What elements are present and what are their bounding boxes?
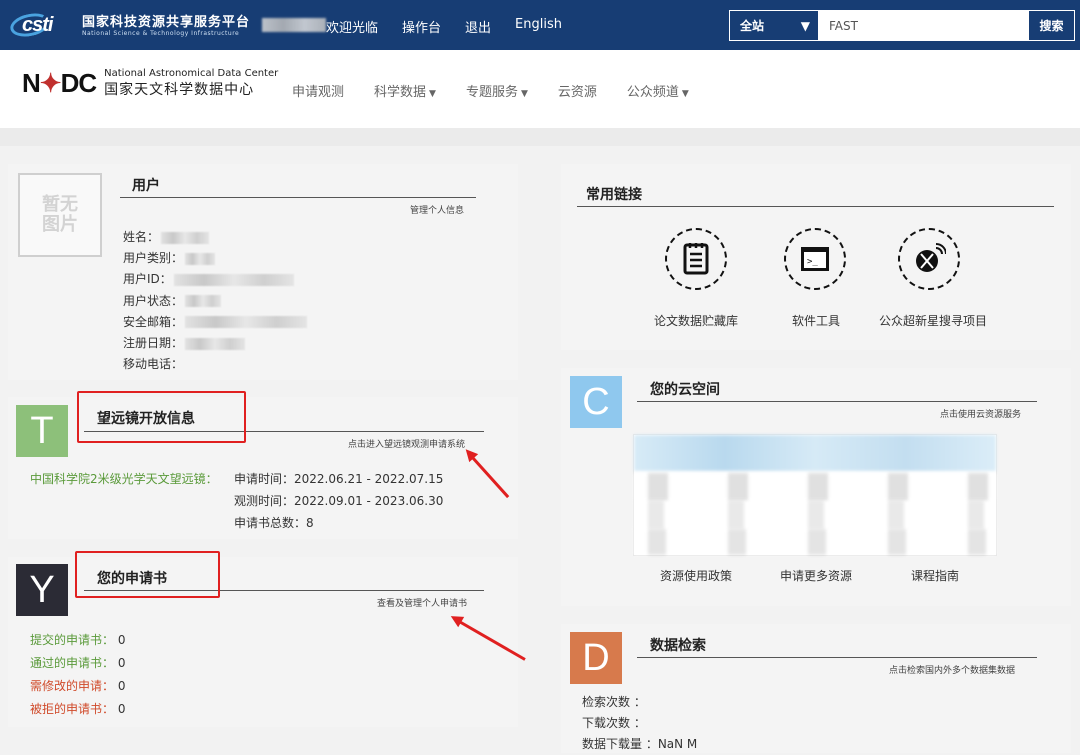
download-count: 下载次数 ： bbox=[582, 716, 646, 730]
telescope-system-link[interactable]: 点击进入望远镜观测申请系统 bbox=[348, 437, 465, 450]
main-nav: 申请观测 科学数据 ▼ 专题服务 ▼ 云资源 公众频道 ▼ bbox=[292, 81, 689, 100]
platform-name-en: National Science & Technology Infrastruc… bbox=[82, 30, 240, 37]
top-bar: csti 国家科技资源共享服务平台 National Science & Tec… bbox=[0, 0, 1080, 50]
data-stats: 检索次数 ： 下载次数 ： 数据下载量 ：NaN M bbox=[582, 692, 697, 755]
panel-rule bbox=[120, 197, 476, 198]
search-box: 全站 ▼ 搜索 bbox=[729, 10, 1075, 41]
supernova-search-icon[interactable] bbox=[898, 228, 960, 290]
submitted-link[interactable]: 提交的申请书： bbox=[30, 633, 114, 647]
redacted-value bbox=[185, 337, 246, 350]
redacted-username bbox=[262, 18, 326, 32]
nadc-logo-icon: N✦DC bbox=[22, 68, 97, 98]
field-mobile-label: 移动电话： bbox=[123, 357, 184, 372]
paper-repository-label[interactable]: 论文数据贮藏库 bbox=[654, 312, 738, 329]
field-regdate-label: 注册日期： bbox=[123, 335, 184, 350]
csti-logo-icon: csti bbox=[8, 8, 76, 40]
top-nav-console[interactable]: 操作台 bbox=[402, 17, 441, 36]
data-panel-title: 数据检索 bbox=[650, 638, 706, 654]
panel-rule bbox=[577, 206, 1054, 207]
redacted-value bbox=[161, 231, 210, 244]
request-more-resources-link[interactable]: 申请更多资源 bbox=[780, 567, 852, 584]
svg-text:>_: >_ bbox=[807, 257, 818, 267]
cloud-service-link[interactable]: 点击使用云资源服务 bbox=[940, 407, 1021, 420]
resource-policy-link[interactable]: 资源使用政策 bbox=[660, 567, 732, 584]
search-scope-select[interactable]: 全站 ▼ bbox=[730, 11, 819, 40]
course-guide-link[interactable]: 课程指南 bbox=[911, 567, 959, 584]
redacted-value bbox=[173, 273, 294, 286]
annotation-highlight-box bbox=[75, 551, 220, 598]
approved-link[interactable]: 通过的申请书： bbox=[30, 656, 114, 670]
data-letter-icon: D bbox=[570, 632, 622, 684]
caret-down-icon: ▼ bbox=[429, 89, 436, 99]
needs-revision-link[interactable]: 需修改的申请： bbox=[30, 679, 114, 693]
welcome-text: 欢迎光临 bbox=[326, 21, 379, 36]
common-links-title: 常用链接 bbox=[586, 187, 642, 203]
rejected-link[interactable]: 被拒的申请书： bbox=[30, 702, 114, 716]
supernova-search-label[interactable]: 公众超新星搜寻项目 bbox=[879, 312, 987, 329]
paper-repository-icon[interactable] bbox=[665, 228, 727, 290]
manage-applications-link[interactable]: 查看及管理个人申请书 bbox=[377, 596, 467, 609]
cloud-letter-icon: C bbox=[570, 376, 622, 428]
header-divider bbox=[0, 128, 1080, 146]
annotation-highlight-box bbox=[77, 391, 246, 443]
applications-letter-icon: Y bbox=[16, 564, 68, 616]
site-header: N✦DC National Astronomical Data Center 国… bbox=[0, 50, 1080, 128]
redacted-value bbox=[185, 316, 308, 329]
platform-logo[interactable]: csti 国家科技资源共享服务平台 National Science & Tec… bbox=[8, 8, 251, 40]
nadc-name-en: National Astronomical Data Center bbox=[104, 68, 279, 79]
caret-down-icon: ▼ bbox=[520, 89, 528, 99]
software-tools-label[interactable]: 软件工具 bbox=[792, 312, 840, 329]
dataset-search-link[interactable]: 点击检索国内外多个数据集数据 bbox=[889, 663, 1015, 676]
avatar-placeholder: 暂无 图片 bbox=[18, 173, 102, 257]
panel-rule bbox=[637, 657, 1037, 658]
dropdown-caret-icon: ▼ bbox=[800, 18, 810, 33]
software-tools-icon[interactable]: >_ bbox=[784, 228, 846, 290]
nav-science-data[interactable]: 科学数据 ▼ bbox=[374, 81, 436, 100]
caret-down-icon: ▼ bbox=[681, 89, 689, 99]
application-stats: 提交的申请书： 0 通过的申请书： 0 需修改的申请： 0 被拒的申请书： 0 bbox=[30, 629, 125, 721]
nadc-name-cn: 国家天文科学数据中心 bbox=[104, 82, 255, 98]
rejected-count: 0 bbox=[117, 702, 126, 716]
approved-count: 0 bbox=[117, 656, 126, 670]
cloud-resource-table bbox=[633, 434, 997, 556]
search-count: 检索次数 ： bbox=[582, 695, 646, 709]
search-input[interactable] bbox=[819, 11, 1028, 40]
needs-revision-count: 0 bbox=[117, 679, 126, 693]
field-userid-label: 用户ID： bbox=[123, 272, 172, 287]
application-total: 申请书总数：8 bbox=[234, 516, 314, 530]
nav-public-channel[interactable]: 公众频道 ▼ bbox=[627, 81, 689, 100]
download-volume: 数据下载量 ：NaN M bbox=[582, 737, 698, 751]
redacted-value bbox=[185, 295, 222, 308]
nadc-logo[interactable]: N✦DC National Astronomical Data Center 国… bbox=[22, 68, 278, 99]
field-status-label: 用户状态： bbox=[123, 293, 184, 308]
manage-profile-link[interactable]: 管理个人信息 bbox=[410, 203, 464, 216]
nav-apply-observation[interactable]: 申请观测 bbox=[292, 81, 344, 100]
telescope-letter-icon: T bbox=[16, 405, 68, 457]
submitted-count: 0 bbox=[117, 633, 126, 647]
platform-name-cn: 国家科技资源共享服务平台 bbox=[82, 15, 251, 30]
observe-time: 观测时间：2022.09.01 - 2023.06.30 bbox=[234, 494, 444, 508]
cloud-panel-title: 您的云空间 bbox=[650, 382, 720, 398]
redacted-value bbox=[185, 252, 216, 265]
nav-cloud-resources[interactable]: 云资源 bbox=[558, 81, 597, 100]
top-nav-english[interactable]: English bbox=[515, 17, 562, 36]
field-email-label: 安全邮箱： bbox=[123, 314, 184, 329]
field-category-label: 用户类别： bbox=[123, 251, 184, 266]
field-name-label: 姓名： bbox=[123, 230, 160, 244]
user-info-list: 姓名： 用户类别： 用户ID： 用户状态： 安全邮箱： 注册日期： 移动电话： bbox=[123, 227, 308, 375]
top-nav-logout[interactable]: 退出 bbox=[465, 17, 491, 36]
telescope-name-link[interactable]: 中国科学院2米级光学天文望远镜： bbox=[30, 470, 218, 487]
nav-topic-services[interactable]: 专题服务 ▼ bbox=[466, 81, 528, 100]
apply-time: 申请时间：2022.06.21 - 2022.07.15 bbox=[234, 472, 444, 486]
user-panel-title: 用户 bbox=[132, 178, 160, 194]
search-scope-value: 全站 bbox=[740, 19, 765, 33]
search-button[interactable]: 搜索 bbox=[1028, 11, 1074, 40]
panel-rule bbox=[637, 401, 1037, 402]
